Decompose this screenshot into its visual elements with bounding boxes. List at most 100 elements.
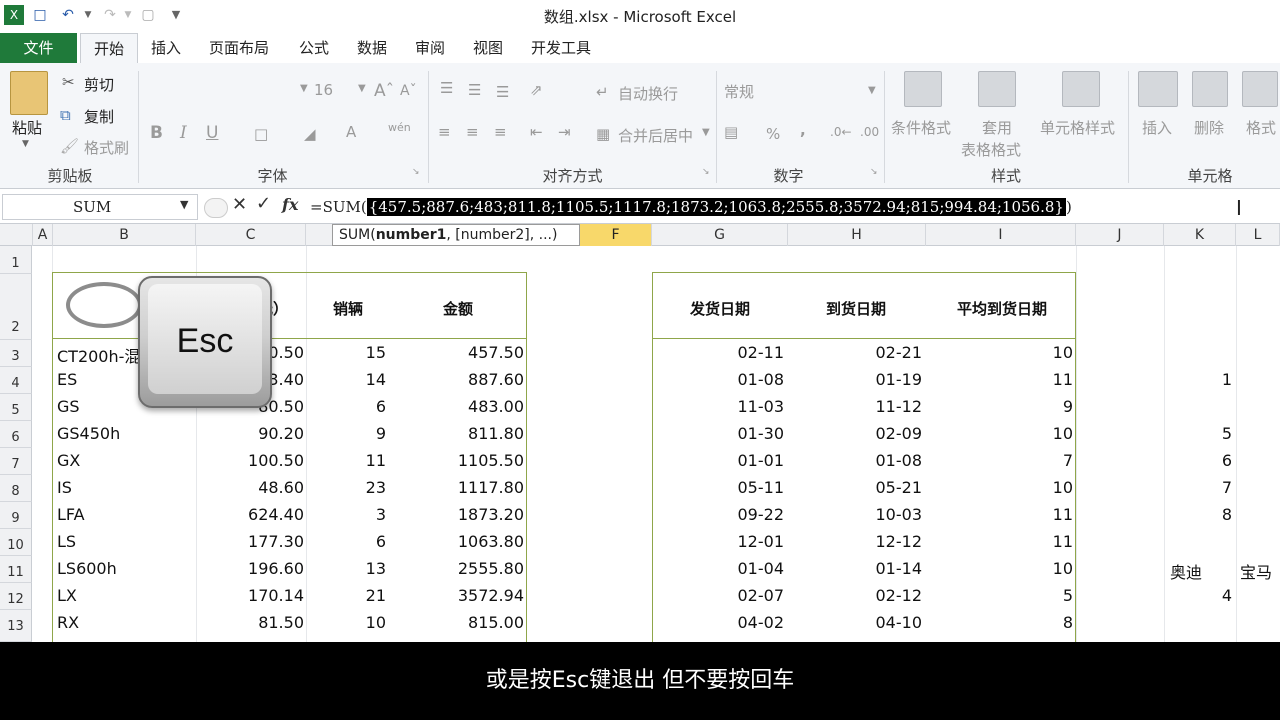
align-left-icon[interactable]: ≡	[438, 123, 451, 141]
amount-cell[interactable]: 1873.20	[400, 505, 524, 524]
column-header-g[interactable]: G	[652, 224, 788, 246]
decrease-decimal-icon[interactable]: .00	[860, 125, 879, 139]
formula-input[interactable]: =SUM({457.5;887.6;483;811.8;1105.5;1117.…	[310, 194, 1270, 220]
qty-cell[interactable]: 14	[306, 370, 386, 389]
tab-home[interactable]: 开始	[80, 33, 138, 63]
tab-view[interactable]: 视图	[464, 33, 512, 63]
row-header[interactable]: 2	[0, 274, 32, 340]
row-header[interactable]: 5	[0, 394, 32, 421]
amount-cell[interactable]: 887.60	[400, 370, 524, 389]
font-name-dropdown-icon[interactable]: ▼	[300, 83, 308, 94]
formula-bar-resize-handle[interactable]	[204, 198, 228, 218]
tab-insert[interactable]: 插入	[142, 33, 190, 63]
tab-developer[interactable]: 开发工具	[522, 33, 600, 63]
arrive-date-cell[interactable]: 01-14	[788, 559, 923, 578]
avg-date-cell[interactable]: 7	[926, 451, 1073, 470]
row-header[interactable]: 13	[0, 610, 32, 642]
fill-color-icon[interactable]: ◢	[304, 125, 316, 143]
arrive-date-cell[interactable]: 02-12	[788, 586, 923, 605]
font-size-box[interactable]: 16	[314, 81, 333, 99]
qty-cell[interactable]: 11	[306, 451, 386, 470]
arrive-date-cell[interactable]: 02-21	[788, 343, 923, 362]
arrive-date-cell[interactable]: 04-10	[788, 613, 923, 632]
name-box-dropdown-icon[interactable]: ▼	[180, 198, 188, 211]
model-cell[interactable]: GX	[57, 451, 80, 470]
format-cells-button[interactable]: 格式	[1246, 117, 1276, 138]
row-header[interactable]: 10	[0, 529, 32, 556]
avg-date-cell[interactable]: 10	[926, 343, 1073, 362]
tab-review[interactable]: 审阅	[406, 33, 454, 63]
amount-cell[interactable]: 1063.80	[400, 532, 524, 551]
table-format-icon[interactable]	[978, 71, 1016, 107]
k-cell[interactable]: 8	[1164, 505, 1232, 524]
ship-date-cell[interactable]: 05-11	[652, 478, 785, 497]
align-center-icon[interactable]: ≡	[466, 123, 479, 141]
avg-date-cell[interactable]: 8	[926, 613, 1073, 632]
ship-date-cell[interactable]: 02-07	[652, 586, 785, 605]
arrive-date-cell[interactable]: 01-08	[788, 451, 923, 470]
ship-date-cell[interactable]: 12-01	[652, 532, 785, 551]
align-right-icon[interactable]: ≡	[494, 123, 507, 141]
avg-date-cell[interactable]: 11	[926, 370, 1073, 389]
arrive-date-cell[interactable]: 12-12	[788, 532, 923, 551]
row-header[interactable]: 11	[0, 556, 32, 583]
amount-cell[interactable]: 815.00	[400, 613, 524, 632]
column-header-b[interactable]: B	[53, 224, 196, 246]
cell-style-icon[interactable]	[1062, 71, 1100, 107]
price-cell[interactable]: 170.14	[196, 586, 304, 605]
column-header-i[interactable]: I	[926, 224, 1076, 246]
model-cell[interactable]: LS	[57, 532, 76, 551]
paste-button[interactable]: 粘贴	[12, 117, 42, 138]
arrive-date-cell[interactable]: 05-21	[788, 478, 923, 497]
qty-cell[interactable]: 21	[306, 586, 386, 605]
avg-date-cell[interactable]: 9	[926, 397, 1073, 416]
price-cell[interactable]: 177.30	[196, 532, 304, 551]
amount-cell[interactable]: 811.80	[400, 424, 524, 443]
row-header[interactable]: 7	[0, 448, 32, 475]
amount-cell[interactable]: 1117.80	[400, 478, 524, 497]
decrease-indent-icon[interactable]: ⇤	[530, 123, 543, 141]
k-cell[interactable]: 5	[1164, 424, 1232, 443]
orientation-icon[interactable]: ⇗	[530, 81, 543, 99]
model-cell[interactable]: IS	[57, 478, 72, 497]
ship-date-cell[interactable]: 04-02	[652, 613, 785, 632]
row-header[interactable]: 3	[0, 340, 32, 367]
insert-cells-button[interactable]: 插入	[1142, 117, 1172, 138]
comma-style-button[interactable]: ,	[800, 121, 806, 139]
tab-formulas[interactable]: 公式	[290, 33, 338, 63]
k-cell[interactable]: 4	[1164, 586, 1232, 605]
avg-date-cell[interactable]: 5	[926, 586, 1073, 605]
column-header-l[interactable]: L	[1236, 224, 1280, 246]
merge-dropdown-icon[interactable]: ▼	[702, 127, 710, 138]
amount-cell[interactable]: 483.00	[400, 397, 524, 416]
format-cells-icon[interactable]	[1242, 71, 1278, 107]
insert-cells-icon[interactable]	[1138, 71, 1178, 107]
accounting-format-icon[interactable]: ▤	[724, 123, 738, 141]
avg-date-cell[interactable]: 10	[926, 424, 1073, 443]
qty-cell[interactable]: 6	[306, 397, 386, 416]
row-header[interactable]: 12	[0, 583, 32, 610]
column-header-h[interactable]: H	[788, 224, 926, 246]
alignment-dialog-launcher-icon[interactable]: ↘	[702, 167, 710, 177]
paste-icon[interactable]	[10, 71, 48, 115]
model-cell[interactable]: GS450h	[57, 424, 120, 443]
tab-data[interactable]: 数据	[348, 33, 396, 63]
align-bottom-icon[interactable]: ☰	[496, 83, 509, 101]
enter-icon[interactable]: ✓	[256, 193, 271, 214]
qty-cell[interactable]: 23	[306, 478, 386, 497]
qty-cell[interactable]: 9	[306, 424, 386, 443]
format-painter-button[interactable]: 格式刷	[84, 137, 129, 158]
underline-button[interactable]: U	[206, 123, 218, 143]
row-header[interactable]: 6	[0, 421, 32, 448]
model-cell[interactable]: CT200h-混	[57, 343, 140, 367]
increase-indent-icon[interactable]: ⇥	[558, 123, 571, 141]
row-header[interactable]: 1	[0, 246, 32, 274]
qty-cell[interactable]: 10	[306, 613, 386, 632]
amount-cell[interactable]: 3572.94	[400, 586, 524, 605]
number-format-dropdown-icon[interactable]: ▼	[868, 85, 876, 96]
insert-function-icon[interactable]: fx	[282, 195, 298, 214]
table-format-button-line2[interactable]: 表格格式	[961, 139, 1021, 160]
k-cell[interactable]: 6	[1164, 451, 1232, 470]
model-cell[interactable]: LX	[57, 586, 77, 605]
border-icon[interactable]: □	[254, 125, 268, 143]
